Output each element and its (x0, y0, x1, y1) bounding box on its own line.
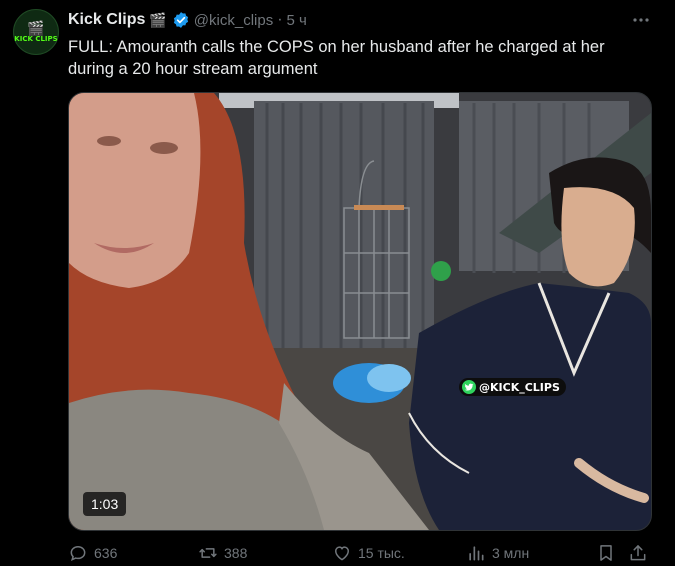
repost-icon (199, 548, 217, 558)
bar-chart-icon (469, 546, 484, 561)
repost-count: 388 (224, 545, 248, 561)
share-icon (630, 545, 646, 561)
repost-button[interactable]: 388 (198, 542, 247, 564)
heart-icon (334, 546, 350, 561)
bookmark-icon (600, 545, 612, 561)
share-button[interactable] (628, 542, 648, 564)
author-handle[interactable]: @kick_clips (194, 12, 273, 29)
tweet-header: Kick Clips 🎬 @kick_clips · 5 ч (68, 10, 307, 30)
avatar[interactable]: 🎬 KICK CLIPS (13, 9, 59, 55)
reply-icon (70, 545, 86, 562)
more-dots-icon (633, 18, 649, 22)
reply-count: 636 (94, 545, 118, 561)
like-count: 15 тыс. (358, 545, 405, 561)
clapperboard-icon: 🎬 (27, 20, 45, 36)
twitter-bird-icon (462, 380, 476, 394)
more-options-button[interactable] (629, 8, 653, 32)
video-frame (69, 93, 651, 530)
view-count: 3 млн (492, 545, 530, 561)
author-name[interactable]: Kick Clips (68, 11, 145, 29)
separator-dot: · (277, 11, 283, 28)
views-button[interactable]: 3 млн (466, 542, 529, 564)
like-button[interactable]: 15 тыс. (332, 542, 405, 564)
video-duration: 1:03 (83, 492, 127, 516)
bookmark-button[interactable] (596, 542, 616, 564)
video-player[interactable]: @KICK_CLIPS 1:03 (68, 92, 652, 531)
watermark-badge: @KICK_CLIPS (459, 378, 566, 396)
tweet-text: FULL: Amouranth calls the COPS on her hu… (68, 38, 605, 78)
avatar-logo-text: KICK CLIPS (14, 35, 58, 43)
clapperboard-emoji-icon: 🎬 (149, 11, 167, 28)
reply-button[interactable]: 636 (68, 542, 117, 564)
timestamp[interactable]: 5 ч (287, 12, 307, 29)
watermark-text: @KICK_CLIPS (479, 380, 560, 394)
verified-badge-icon[interactable] (172, 11, 190, 29)
tweet-actions: 636 388 15 тыс. 3 млн (68, 542, 650, 566)
